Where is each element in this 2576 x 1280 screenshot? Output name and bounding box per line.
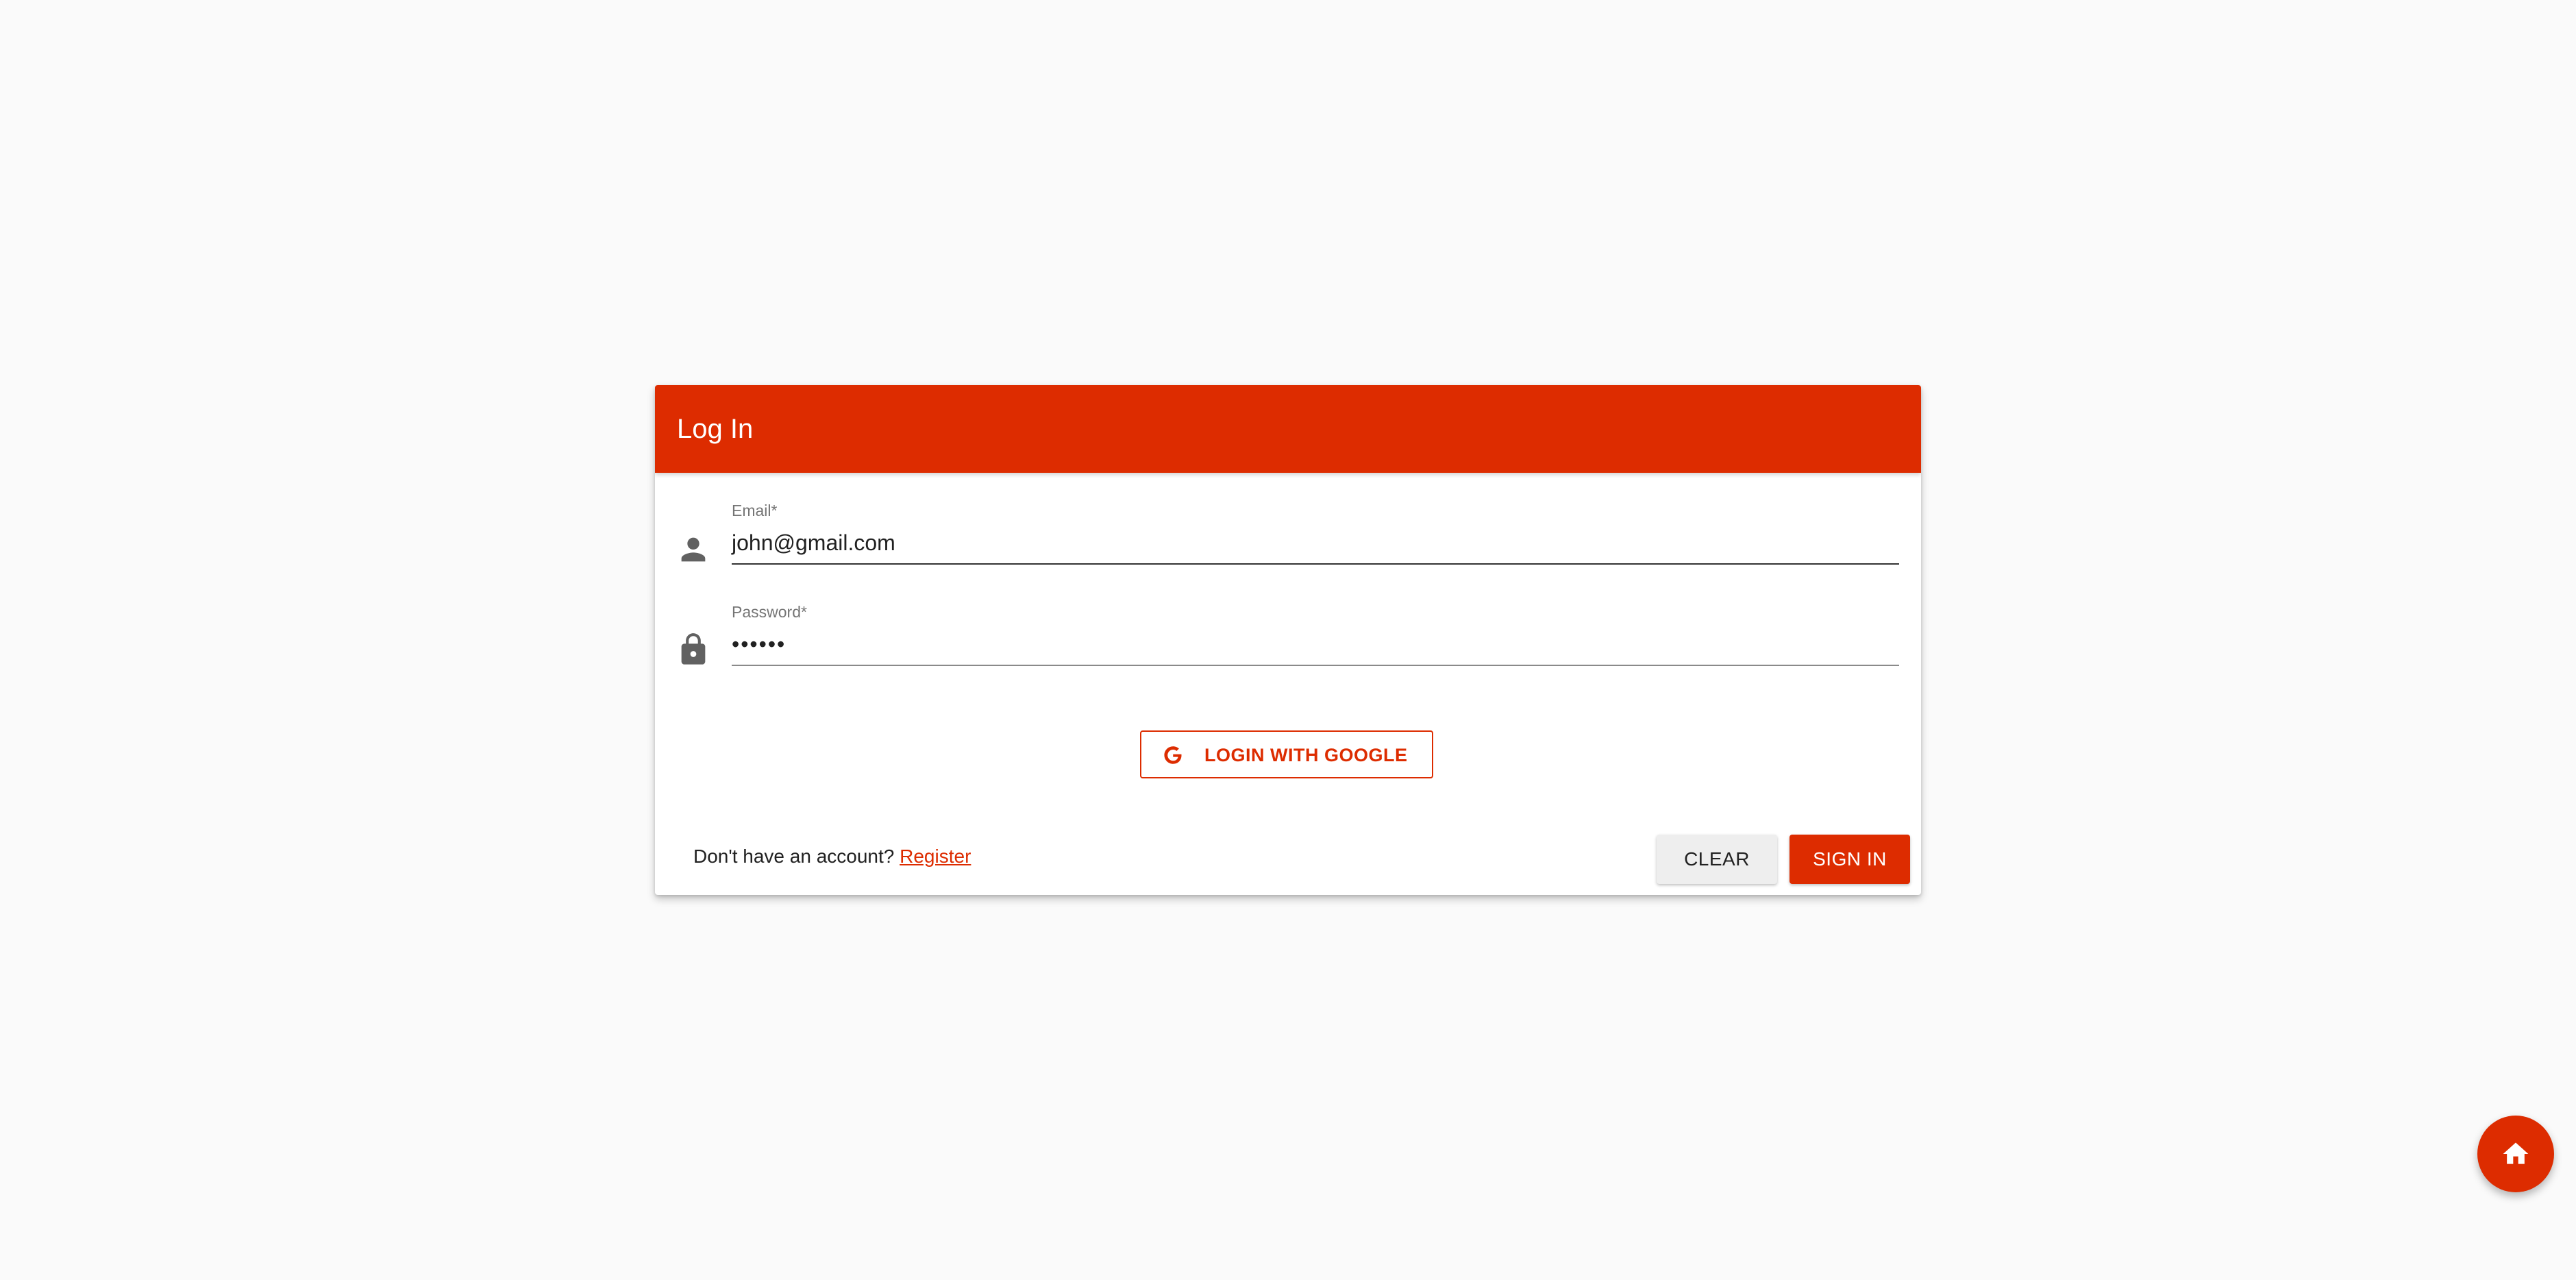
google-icon (1164, 746, 1182, 764)
person-icon (681, 537, 706, 562)
password-field[interactable]: Password* •••••• (655, 602, 1921, 670)
login-with-google-button[interactable]: LOGIN WITH GOOGLE (1140, 730, 1433, 778)
register-prompt: Don't have an account? Register (693, 844, 971, 869)
page-title: Log In (677, 414, 754, 444)
register-link[interactable]: Register (900, 846, 971, 867)
google-button-label: LOGIN WITH GOOGLE (1204, 745, 1408, 765)
home-icon (2503, 1142, 2529, 1164)
password-underline (732, 665, 1899, 666)
card-header: Log In (655, 385, 1921, 473)
password-label: Password* (732, 603, 807, 621)
email-underline (732, 563, 1899, 565)
register-prompt-text: Don't have an account? (693, 846, 895, 867)
email-field[interactable]: Email* john@gmail.com (655, 500, 1921, 569)
clear-button[interactable]: CLEAR (1657, 835, 1777, 884)
login-card: Log In Email* john@gmail.com Password* •… (655, 385, 1921, 895)
password-input[interactable]: •••••• (732, 629, 786, 659)
email-label: Email* (732, 502, 778, 519)
lock-icon (681, 633, 706, 665)
home-button[interactable] (2477, 1116, 2554, 1192)
email-input[interactable]: john@gmail.com (732, 528, 895, 558)
sign-in-button[interactable]: SIGN IN (1789, 835, 1910, 884)
